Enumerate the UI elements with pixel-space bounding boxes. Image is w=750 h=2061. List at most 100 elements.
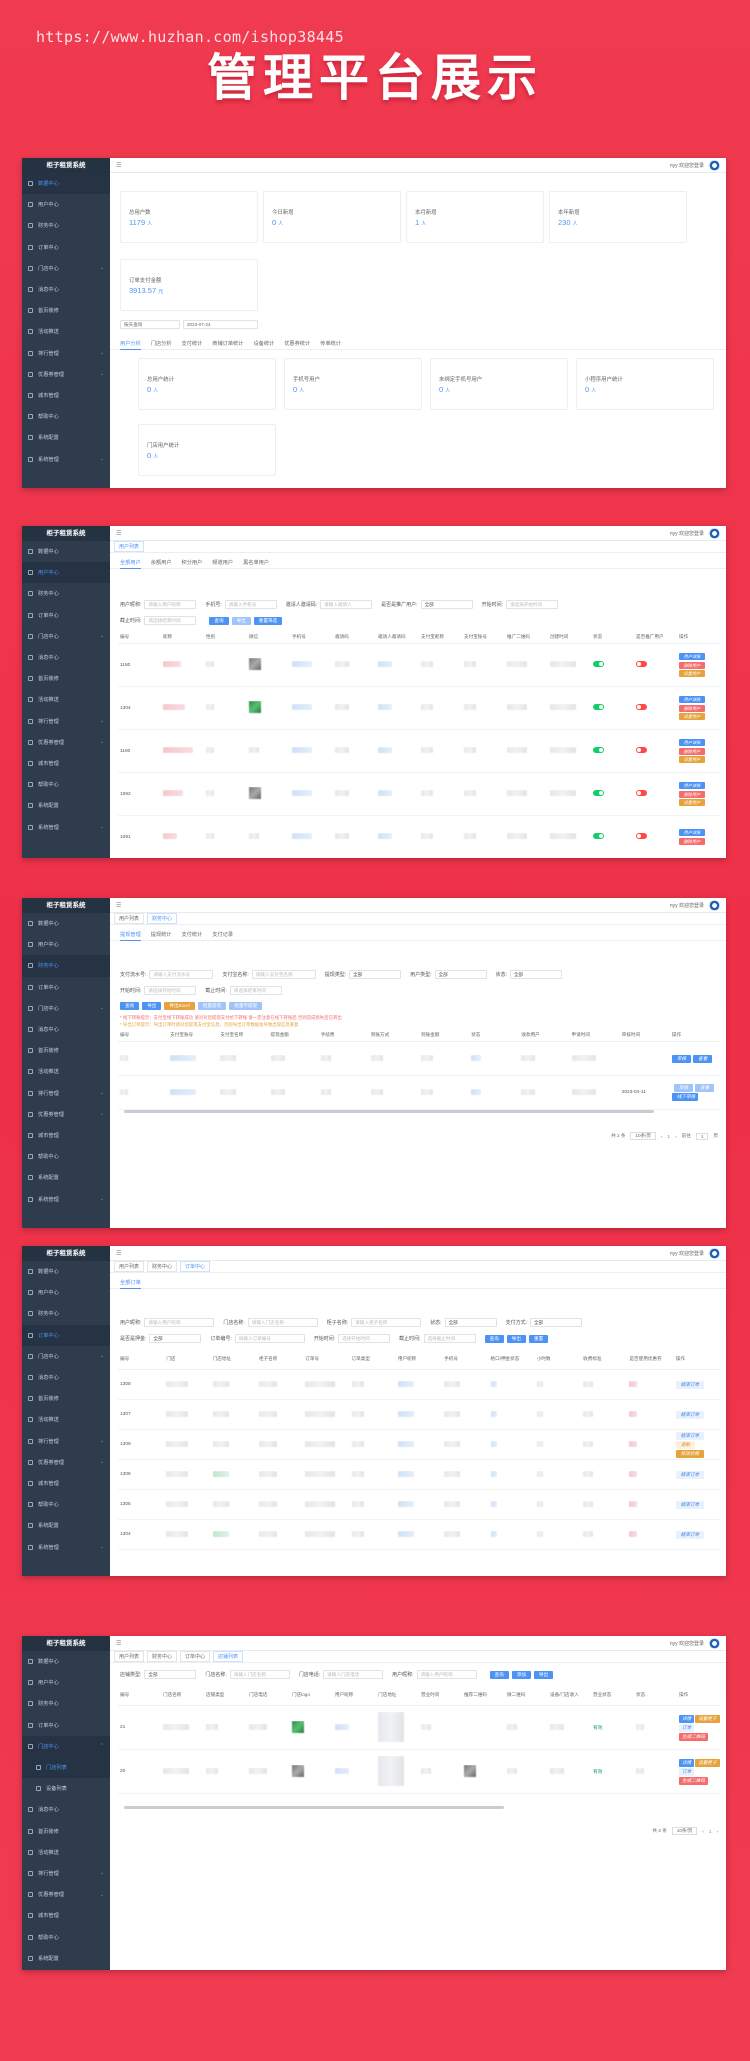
promo-select[interactable]: 全部 <box>420 600 473 609</box>
tab-device-stats[interactable]: 设备统计 <box>253 340 274 349</box>
end-order-button[interactable]: 结束订单 <box>675 1431 705 1440</box>
end-order-button[interactable]: 结束订单 <box>675 1500 705 1509</box>
menu-item[interactable]: 财务中心 <box>22 1693 110 1714</box>
menu-toggle-icon[interactable]: ☰ <box>116 1250 121 1257</box>
view-button[interactable]: 查看 <box>695 1084 715 1092</box>
menu-item[interactable]: 帮助中心 <box>22 1146 110 1167</box>
search-button[interactable]: 查询 <box>209 616 229 625</box>
menu-item[interactable]: 系统配置 <box>22 1515 110 1536</box>
alipay-name-input[interactable]: 请输入支付宝名称 <box>251 970 316 979</box>
end-date-input[interactable]: 选择截止时间 <box>423 1334 476 1343</box>
menu-item[interactable]: 门店中心 ⌃ <box>22 1735 110 1757</box>
menu-item[interactable]: 数据中心 <box>22 541 110 562</box>
set-user-button[interactable]: 设置用户 <box>679 670 705 677</box>
store-type-select[interactable]: 全部 <box>144 1670 197 1679</box>
tag-user-list[interactable]: 用户列表 <box>114 1261 145 1272</box>
audit-button[interactable]: 审核 <box>673 1084 694 1092</box>
prev-page-icon[interactable]: ‹ <box>702 1829 704 1834</box>
reset-filter-button[interactable]: 重置筛选 <box>253 616 283 625</box>
orders-button[interactable]: 订单 <box>679 1767 695 1776</box>
menu-item[interactable]: 财务中心 <box>22 583 110 604</box>
store-name-input[interactable]: 请输入门店名称 <box>247 1318 318 1327</box>
menu-item[interactable]: 财务中心 <box>22 955 110 977</box>
menu-item[interactable]: 订单中心 <box>22 605 110 626</box>
menu-item[interactable]: 城市管理 <box>22 753 110 774</box>
next-page-icon[interactable]: › <box>675 1134 677 1139</box>
order-no-input[interactable]: 请输入订单编号 <box>234 1334 305 1343</box>
menu-item[interactable]: 财务中心 <box>22 1303 110 1324</box>
menu-item[interactable]: 数据中心 <box>22 1261 110 1282</box>
menu-item[interactable]: 用户中心 <box>22 1672 110 1693</box>
tab-payment-stats[interactable]: 支付统计 <box>182 340 203 349</box>
pay-serial-input[interactable]: 请输入支付流水号 <box>149 970 214 979</box>
user-detail-button[interactable]: 用户详情 <box>679 739 705 746</box>
avatar[interactable] <box>709 159 720 171</box>
menu-item[interactable]: 门店中心 ⌄ <box>22 998 110 1019</box>
set-cabinet-button[interactable]: 设置柜子 <box>695 1758 720 1767</box>
deposit-select[interactable]: 全部 <box>149 1334 202 1343</box>
avatar[interactable] <box>709 527 720 539</box>
view-button[interactable]: 查看 <box>693 1054 713 1063</box>
detail-button[interactable]: 详情 <box>679 1758 695 1767</box>
start-date-input[interactable]: 请选择开始时间 <box>505 600 558 609</box>
promo-toggle[interactable] <box>636 833 647 839</box>
offline-audit-button[interactable]: 线下审核 <box>671 1093 698 1101</box>
menu-item[interactable]: 订单中心 <box>22 1715 110 1736</box>
tag-user-list[interactable]: 用户列表 <box>114 541 145 552</box>
tab-pay-records[interactable]: 支付记录 <box>212 931 233 940</box>
menu-item[interactable]: 城市管理 <box>22 1125 110 1146</box>
tag-orders[interactable]: 订单中心 <box>180 1651 211 1662</box>
status-toggle[interactable] <box>593 661 604 667</box>
tab-coupon-stats[interactable]: 优惠券统计 <box>284 340 310 349</box>
generate-qrcode-button[interactable]: 生成二维码 <box>679 1732 708 1741</box>
tag-finance[interactable]: 财务中心 <box>147 913 178 924</box>
end-order-button[interactable]: 结束订单 <box>675 1530 705 1539</box>
menu-item[interactable]: 消息中心 <box>22 1799 110 1820</box>
audit-button[interactable]: 审核 <box>671 1054 692 1063</box>
promo-toggle[interactable] <box>636 661 647 667</box>
menu-item[interactable]: 系统配置 <box>22 427 110 448</box>
tab-channel-users[interactable]: 频道用户 <box>212 559 233 568</box>
menu-toggle-icon[interactable]: ☰ <box>116 1640 121 1647</box>
status-toggle[interactable] <box>593 747 604 753</box>
tag-user-list[interactable]: 用户列表 <box>114 1651 145 1662</box>
menu-item[interactable]: 数据中心 <box>22 913 110 934</box>
menu-item[interactable]: 数据中心 <box>22 173 110 195</box>
inviter-input[interactable]: 请输入邀请人 <box>320 600 373 609</box>
search-button[interactable]: 查询 <box>484 1334 504 1343</box>
status-select[interactable]: 全部 <box>509 970 562 979</box>
menu-item[interactable]: 帮助中心 <box>22 1926 110 1947</box>
menu-item[interactable]: 优惠券管理 ⌄ <box>22 1452 110 1473</box>
orders-button[interactable]: 订单 <box>679 1723 695 1732</box>
menu-toggle-icon[interactable]: ☰ <box>116 530 121 537</box>
detail-button[interactable]: 详情 <box>679 1714 695 1723</box>
start-date-input[interactable]: 请选择开始时间 <box>144 986 197 995</box>
store-phone-input[interactable]: 请输入门店电话 <box>323 1670 384 1679</box>
menu-item[interactable]: 排行管理 ⌄ <box>22 1863 110 1884</box>
search-button[interactable]: 查询 <box>120 1002 140 1010</box>
page-number[interactable]: 1 <box>709 1829 712 1834</box>
tag-finance[interactable]: 财务中心 <box>147 1261 178 1272</box>
tab-blacklist-users[interactable]: 黑名单用户 <box>243 559 269 568</box>
end-date-input[interactable]: 请选择结束时间 <box>144 616 197 625</box>
menu-item[interactable]: 系统配置 <box>22 795 110 816</box>
generate-qrcode-button[interactable]: 生成二维码 <box>679 1776 708 1785</box>
menu-item[interactable]: 用户中心 <box>22 194 110 215</box>
menu-item[interactable]: 数据中心 <box>22 1651 110 1672</box>
page-size-select[interactable]: 10条/页 <box>630 1132 656 1140</box>
user-detail-button[interactable]: 用户详情 <box>679 782 705 789</box>
user-detail-button[interactable]: 用户详情 <box>679 653 705 660</box>
add-button[interactable]: 添加 <box>511 1670 531 1679</box>
menu-item[interactable]: 用户中心 <box>22 934 110 955</box>
menu-item[interactable]: 系统管理 ⌄ <box>22 1188 110 1209</box>
menu-item[interactable]: 帮助中心 <box>22 406 110 427</box>
menu-item[interactable]: 帮助中心 <box>22 1494 110 1515</box>
export-button[interactable]: 导出 <box>506 1334 526 1343</box>
end-order-button[interactable]: 结束订单 <box>675 1470 705 1479</box>
tab-shop-order-stats[interactable]: 商铺订单统计 <box>212 340 243 349</box>
start-date-input[interactable]: 选择开始时间 <box>338 1334 391 1343</box>
tab-all-users[interactable]: 全部用户 <box>120 559 141 569</box>
menu-item[interactable]: 排行管理 ⌄ <box>22 343 110 364</box>
menu-item[interactable]: 首页装修 <box>22 1388 110 1409</box>
edit-price-button[interactable]: 修改价格 <box>675 1449 705 1458</box>
